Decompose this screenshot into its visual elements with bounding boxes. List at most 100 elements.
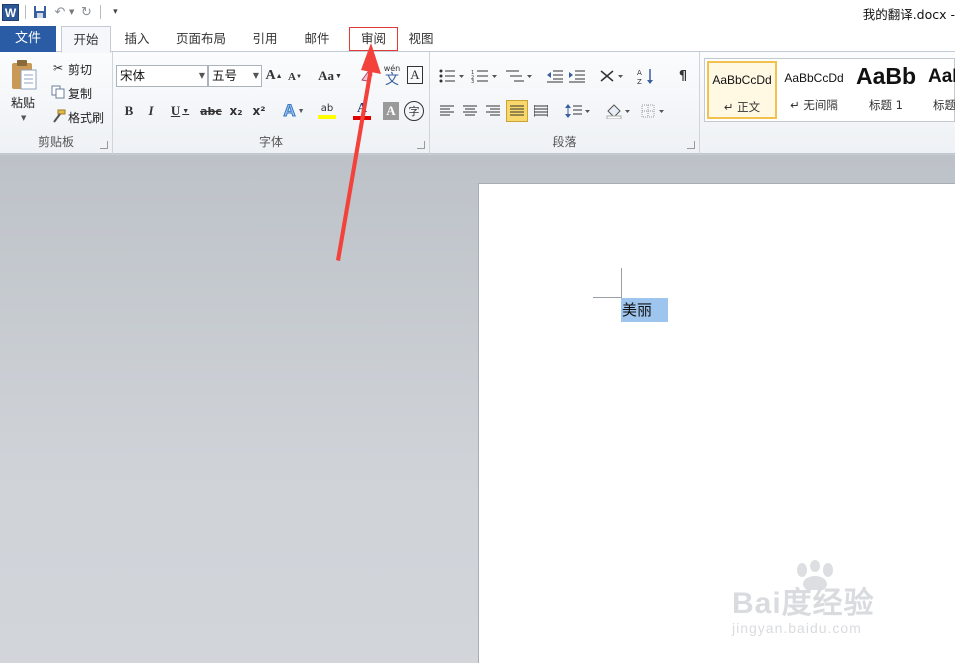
redo-icon[interactable]: ↻ (78, 4, 94, 20)
phonetic-guide-icon[interactable]: wén 文 (381, 64, 403, 88)
increase-indent-icon[interactable] (568, 67, 586, 85)
selected-text[interactable]: 美丽 (621, 298, 668, 322)
enclose-label: 字 (408, 105, 420, 118)
group-label-clipboard: 剪贴板 (37, 135, 74, 149)
font-size-value: 五号 (212, 68, 238, 83)
font-size-combo[interactable]: 五号 ▼ (208, 65, 262, 87)
clear-formatting-icon[interactable] (359, 67, 375, 85)
enclose-characters-icon[interactable]: 字 (404, 101, 424, 121)
align-right-icon[interactable] (484, 102, 502, 120)
bold-label: B (124, 103, 134, 118)
character-shading-icon[interactable]: A (383, 102, 399, 120)
sort-icon[interactable]: AZ (636, 66, 656, 86)
chinese-layout-icon[interactable] (598, 67, 626, 85)
document-title: 我的翻译.docx - (862, 7, 955, 22)
shrink-font-icon[interactable]: A ▼ (287, 68, 303, 86)
style-normal-name: ↵ 正文 (723, 100, 761, 114)
style-title[interactable]: AaB 标题 (925, 61, 955, 119)
style-no-spacing-name: ↵ 无间隔 (790, 98, 838, 112)
style-title-preview: AaB (928, 66, 955, 87)
paste-icon[interactable] (8, 58, 40, 92)
font-name-dropdown-icon[interactable]: ▼ (199, 66, 205, 86)
quick-access-toolbar: W ↶ ▼ ↻ ▾ (2, 2, 123, 22)
format-painter-label[interactable]: 格式刷 (68, 109, 104, 126)
subscript-label: x₂ (229, 104, 243, 118)
decrease-indent-icon[interactable] (546, 67, 564, 85)
title-bar: W ↶ ▼ ↻ ▾ 我的翻译.docx - (0, 0, 955, 24)
style-title-name: 标题 (933, 98, 955, 112)
font-launcher-icon[interactable] (417, 141, 425, 149)
watermark-sub: jingyan.baidu.com (732, 620, 862, 636)
qat-divider (25, 5, 26, 19)
clipboard-launcher-icon[interactable] (100, 141, 108, 149)
tab-view[interactable]: 视图 (400, 26, 442, 52)
show-marks-icon[interactable]: ¶ (674, 66, 692, 86)
multilevel-list-icon[interactable] (504, 67, 534, 85)
save-icon[interactable] (32, 4, 48, 20)
font-name-combo[interactable]: 宋体 ▼ (116, 65, 208, 87)
shading-icon[interactable] (604, 101, 634, 121)
style-normal[interactable]: AaBbCcDd ↵ 正文 (707, 61, 777, 119)
customize-icon[interactable]: ▾ (107, 4, 123, 20)
ribbon-home: 粘贴 ▼ ✂ 剪切 复制 格式刷 剪贴板 宋体 ▼ 五号 ▼ A ▲ A ▼ Aa ▼ (0, 52, 955, 154)
undo-dropdown-icon[interactable]: ▼ (69, 8, 74, 16)
align-center-icon[interactable] (461, 102, 479, 120)
paragraph-launcher-icon[interactable] (687, 141, 695, 149)
paste-dropdown-icon[interactable]: ▼ (21, 114, 26, 122)
font-size-dropdown-icon[interactable]: ▼ (253, 66, 259, 86)
tab-references[interactable]: 引用 (244, 26, 286, 52)
group-label-paragraph: 段落 (552, 135, 577, 149)
tab-home[interactable]: 开始 (61, 26, 111, 53)
bullets-icon[interactable] (438, 67, 466, 85)
tab-mailings[interactable]: 邮件 (296, 26, 338, 52)
style-heading-1-preview: AaBb (855, 63, 917, 89)
strikethrough-icon[interactable]: abc (200, 102, 222, 120)
italic-icon[interactable]: I (143, 102, 159, 120)
line-spacing-icon[interactable] (564, 102, 592, 120)
ribbon-tabs: 文件 开始 插入 页面布局 引用 邮件 审阅 视图 (0, 24, 955, 53)
tab-review[interactable]: 审阅 (348, 26, 399, 52)
align-left-icon[interactable] (438, 102, 456, 120)
distributed-icon[interactable] (532, 102, 550, 120)
tab-file[interactable]: 文件 (0, 26, 56, 52)
character-border-icon[interactable]: A (407, 66, 423, 84)
svg-text:3: 3 (471, 79, 474, 83)
cut-label[interactable]: 剪切 (68, 61, 92, 78)
superscript-icon[interactable]: x² (249, 102, 269, 120)
undo-icon[interactable]: ↶ (52, 4, 68, 20)
bold-icon[interactable]: B (121, 102, 137, 120)
italic-label: I (148, 103, 154, 118)
numbering-icon[interactable]: 123 (470, 67, 500, 85)
cut-icon[interactable]: ✂ (50, 60, 66, 76)
borders-icon[interactable] (640, 102, 668, 120)
subscript-icon[interactable]: x₂ (226, 102, 246, 120)
tab-page-layout[interactable]: 页面布局 (168, 26, 234, 52)
highlight-color-icon[interactable]: ab (311, 101, 343, 121)
grow-font-icon[interactable]: A ▲ (265, 67, 283, 85)
text-effects-icon[interactable]: A ▼ (279, 101, 309, 121)
paste-label[interactable]: 粘贴 (11, 94, 35, 111)
styles-gallery: AaBbCcDd ↵ 正文 AaBbCcDd ↵ 无间隔 AaBb 标题 1 A… (704, 58, 955, 122)
svg-text:A: A (637, 69, 642, 77)
justify-icon[interactable] (506, 100, 528, 122)
font-color-icon[interactable]: A (347, 101, 377, 121)
word-app-icon[interactable]: W (2, 3, 19, 21)
underline-label: U (170, 103, 181, 118)
style-heading-1[interactable]: AaBb 标题 1 (853, 61, 919, 119)
underline-icon[interactable]: U ▼ (167, 102, 193, 120)
change-case-icon[interactable]: Aa ▼ (317, 67, 343, 85)
group-font: 宋体 ▼ 五号 ▼ A ▲ A ▼ Aa ▼ wén 文 A B I U ▼ abc x… (113, 52, 430, 154)
style-normal-preview: AaBbCcDd (712, 73, 772, 87)
group-paragraph: 123 AZ ¶ 段落 (430, 52, 700, 154)
copy-icon[interactable] (50, 84, 66, 100)
superscript-label: x² (252, 104, 266, 118)
margin-mark-horizontal (593, 297, 622, 298)
copy-label[interactable]: 复制 (68, 85, 92, 102)
font-color-label: A (356, 101, 368, 116)
style-no-spacing[interactable]: AaBbCcDd ↵ 无间隔 (781, 61, 847, 119)
group-clipboard: 粘贴 ▼ ✂ 剪切 复制 格式刷 剪贴板 (0, 52, 113, 154)
format-painter-icon[interactable] (50, 108, 66, 124)
qat-divider (100, 5, 102, 19)
tab-insert[interactable]: 插入 (116, 26, 158, 52)
margin-mark-vertical (621, 268, 622, 297)
